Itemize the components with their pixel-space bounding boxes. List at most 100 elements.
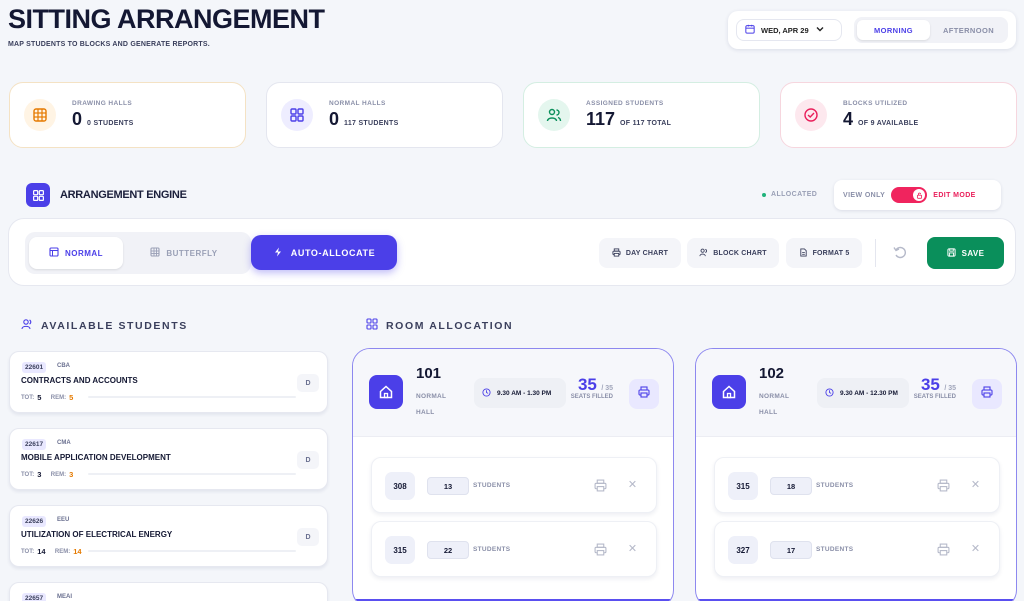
- print-room-button[interactable]: [972, 379, 1002, 409]
- edit-mode-toggle[interactable]: [891, 187, 928, 203]
- stat-normal-halls: NORMAL HALLS 0 117 STUDENTS: [266, 82, 503, 148]
- stat-label: NORMAL HALLS: [329, 100, 386, 107]
- subject-code: 22601: [22, 362, 47, 373]
- room-allocation-heading: ROOM ALLOCATION: [366, 318, 513, 333]
- block-number[interactable]: 315: [385, 536, 415, 564]
- edit-mode-label: EDIT MODE: [933, 191, 976, 199]
- block-number[interactable]: 327: [728, 536, 758, 564]
- printer-icon: [612, 247, 621, 259]
- student-counts: TOT: 14 REM: 14: [21, 547, 82, 556]
- block-number[interactable]: 315: [728, 472, 758, 500]
- student-card[interactable]: 22626 EEU UTILIZATION OF ELECTRICAL ENER…: [9, 505, 328, 567]
- seats-filled: 35 / 35 SEATS FILLED: [906, 375, 956, 401]
- lock-icon: [913, 189, 926, 201]
- rem-label: REM:: [54, 548, 71, 555]
- block-row: 315 22 STUDENTS ✕: [371, 521, 657, 577]
- seats-filled-value: 35: [920, 375, 940, 394]
- stat-assigned-students: ASSIGNED STUDENTS 117 OF 117 TOTAL: [523, 82, 760, 148]
- butterfly-layout-button[interactable]: BUTTERFLY: [129, 237, 239, 269]
- room-card: 102 NORMAL HALL 9.30 AM - 12.30 PM 35 / …: [695, 348, 1017, 601]
- toolbar-divider: [875, 239, 876, 267]
- users-icon: [538, 99, 570, 131]
- date-shift-bar: WED, APR 29 MORNING AFTERNOON: [728, 11, 1016, 49]
- chevron-down-icon: [815, 24, 825, 36]
- date-picker-button[interactable]: WED, APR 29: [736, 19, 842, 41]
- students-label: STUDENTS: [816, 482, 854, 489]
- status-dot: [762, 192, 766, 197]
- mode-switch: VIEW ONLY EDIT MODE: [834, 180, 1001, 210]
- undo-icon[interactable]: [892, 244, 908, 260]
- shift-morning-button[interactable]: MORNING: [857, 20, 930, 40]
- close-icon[interactable]: ✕: [626, 543, 639, 556]
- print-room-button[interactable]: [629, 379, 659, 409]
- stat-value: 4: [843, 109, 854, 129]
- close-icon[interactable]: ✕: [626, 479, 639, 492]
- document-icon: [799, 247, 808, 259]
- date-label: WED, APR 29: [761, 25, 809, 35]
- formats-button[interactable]: FORMAT 5: [786, 238, 862, 268]
- grid-icon: [150, 247, 160, 259]
- student-card[interactable]: 22601 CBA CONTRACTS AND ACCOUNTS TOT: 5 R…: [9, 351, 328, 413]
- students-label: STUDENTS: [473, 546, 511, 553]
- room-number: 102: [759, 365, 785, 382]
- printer-icon[interactable]: [937, 479, 950, 492]
- drawing-button[interactable]: D: [297, 451, 319, 469]
- students-label: STUDENTS: [473, 482, 511, 489]
- block-row: 327 17 STUDENTS ✕: [714, 521, 1000, 577]
- rem-value: 5: [69, 393, 74, 402]
- drawing-button[interactable]: D: [297, 374, 319, 392]
- close-icon[interactable]: ✕: [969, 543, 982, 556]
- tot-value: 3: [37, 470, 42, 479]
- stat-label: DRAWING HALLS: [72, 100, 133, 107]
- drawing-button[interactable]: D: [297, 528, 319, 546]
- student-count-input[interactable]: 17: [770, 541, 812, 559]
- shift-afternoon-button[interactable]: AFTERNOON: [932, 20, 1005, 40]
- room-number: 101: [416, 365, 442, 382]
- printer-icon: [981, 385, 993, 403]
- users-icon: [699, 248, 708, 259]
- save-button[interactable]: SAVE: [927, 237, 1004, 269]
- exam-time: 9.30 AM - 12.30 PM: [817, 378, 909, 408]
- tot-value: 5: [37, 393, 42, 402]
- tot-label: TOT:: [21, 548, 35, 555]
- student-count-input[interactable]: 22: [427, 541, 469, 559]
- student-card[interactable]: 22657 MEAI: [9, 582, 328, 601]
- student-count-input[interactable]: 13: [427, 477, 469, 495]
- auto-allocate-label: AUTO-ALLOCATE: [290, 247, 376, 258]
- stat-sub: OF 117 TOTAL: [620, 120, 672, 127]
- block-chart-button[interactable]: BLOCK CHART: [687, 238, 779, 268]
- shift-toggle: MORNING AFTERNOON: [854, 17, 1008, 43]
- engine-toolbar: NORMAL BUTTERFLY AUTO-ALLOCATE DAY CHART…: [8, 218, 1016, 286]
- normal-layout-button[interactable]: NORMAL: [29, 237, 123, 269]
- subject-name: MOBILE APPLICATION DEVELOPMENT: [21, 453, 171, 462]
- tot-label: TOT:: [21, 394, 35, 401]
- subject-name: UTILIZATION OF ELECTRICAL ENERGY: [21, 530, 173, 539]
- day-chart-button[interactable]: DAY CHART: [599, 238, 681, 268]
- home-icon: [369, 375, 403, 409]
- seats-filled-label: SEATS FILLED: [570, 394, 613, 400]
- subject-abbr: EEU: [57, 517, 70, 523]
- student-count-input[interactable]: 18: [770, 477, 812, 495]
- subject-name: CONTRACTS AND ACCOUNTS: [21, 376, 138, 385]
- save-icon: [946, 247, 956, 259]
- subject-abbr: MEAI: [57, 594, 72, 600]
- auto-allocate-button[interactable]: AUTO-ALLOCATE: [251, 235, 397, 270]
- printer-icon[interactable]: [594, 479, 607, 492]
- exam-time-label: 9.30 AM - 12.30 PM: [840, 389, 898, 397]
- student-card[interactable]: 22617 CMA MOBILE APPLICATION DEVELOPMENT…: [9, 428, 328, 490]
- stat-label: BLOCKS UTILIZED: [843, 100, 908, 107]
- printer-icon[interactable]: [937, 543, 950, 556]
- exam-time: 9.30 AM - 1.30 PM: [474, 378, 566, 408]
- printer-icon: [638, 385, 650, 403]
- subject-code: 22657: [22, 593, 47, 601]
- room-type: NORMAL HALL: [416, 393, 447, 416]
- exam-time-label: 9.30 AM - 1.30 PM: [497, 389, 552, 397]
- printer-icon[interactable]: [594, 543, 607, 556]
- allocation-status: ALLOCATED: [762, 191, 817, 198]
- remaining-bar: [88, 473, 296, 475]
- grid-icon: [24, 99, 56, 131]
- close-icon[interactable]: ✕: [969, 479, 982, 492]
- block-number[interactable]: 308: [385, 472, 415, 500]
- block-chart-label: BLOCK CHART: [713, 249, 767, 257]
- tot-value: 14: [37, 547, 46, 556]
